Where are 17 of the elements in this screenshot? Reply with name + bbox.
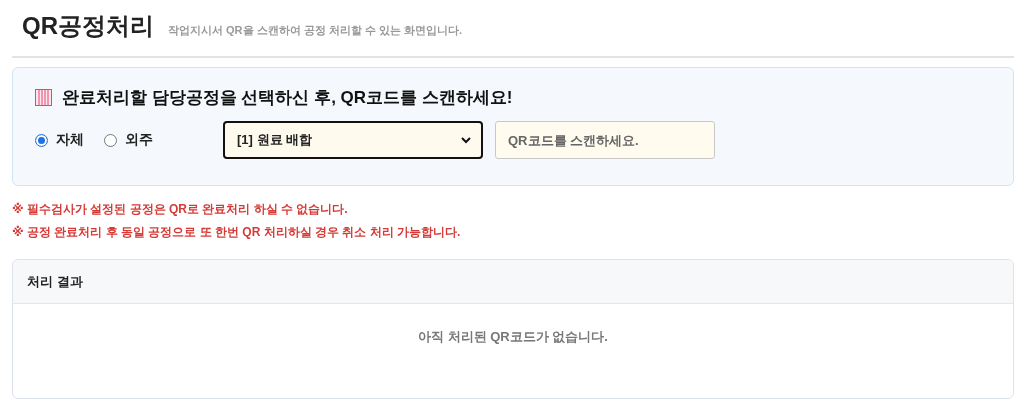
qr-input-field[interactable]: QR코드를 스캔하세요. (495, 121, 715, 159)
radio-option[interactable]: 외주 (104, 131, 153, 149)
radio-icon[interactable] (104, 133, 117, 147)
empty-message: 아직 처리된 QR코드가 없습니다. (417, 328, 609, 346)
result-title: 처리 결과 (13, 260, 1013, 304)
page-subtitle: 작업지시서 QR을 스캔하여 공정 처리할 수 있는 화면입니다. (168, 23, 462, 38)
chevron-down-icon (461, 136, 471, 144)
radio-option[interactable]: 자체 (35, 131, 84, 149)
radio-icon[interactable] (35, 133, 48, 147)
warning-note: ※ 필수검사가 설정된 공정은 QR로 완료처리 하실 수 없습니다. (12, 201, 349, 218)
warning-note: ※ 공정 완료처리 후 동일 공정으로 또 한번 QR 처리하실 경우 취소 처리 가능합니다. (12, 224, 462, 241)
radio-label: 외주 (125, 131, 153, 149)
panel-heading: 완료처리할 담당공정을 선택하신 후, QR코드를 스캔하세요! (62, 87, 513, 109)
radio-label: 자체 (56, 131, 84, 149)
barcode-icon (35, 89, 52, 106)
page-title: QR공정처리 (22, 11, 154, 41)
process-select[interactable]: [1] 원료 배합 (223, 121, 483, 159)
